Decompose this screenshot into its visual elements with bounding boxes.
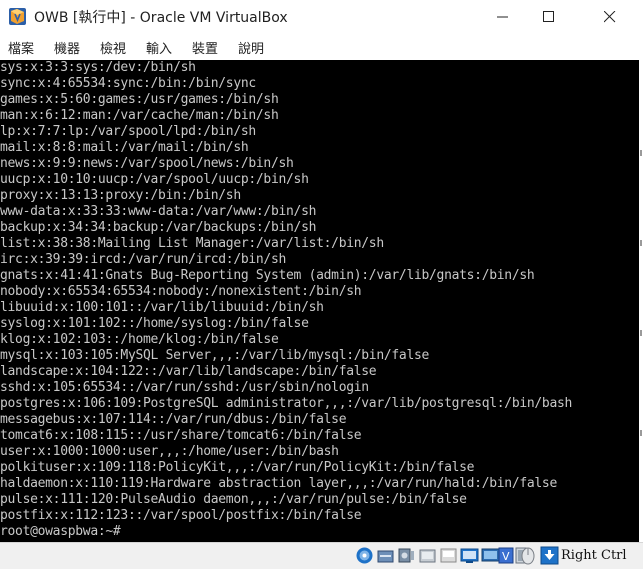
hard-disk-icon[interactable]	[355, 546, 374, 565]
console-line: sys:x:3:3:sys:/dev:/bin/sh	[0, 60, 196, 75]
console-line: list:x:38:38:Mailing List Manager:/var/l…	[0, 236, 384, 251]
menu-input[interactable]: 輸入	[146, 38, 172, 57]
console-line: backup:x:34:34:backup:/var/backups:/bin/…	[0, 220, 317, 235]
mouse-integration-icon[interactable]	[518, 546, 537, 565]
close-icon	[604, 11, 616, 23]
edge-marker	[640, 240, 642, 246]
console-prompt: root@owaspbwa:~#	[0, 524, 121, 539]
edge-marker	[640, 330, 642, 336]
console-line: klog:x:102:103::/home/klog:/bin/false	[0, 332, 279, 347]
console-line: irc:x:39:39:ircd:/var/run/ircd:/bin/sh	[0, 252, 287, 267]
console-line: pulse:x:111:120:PulseAudio daemon,,,:/va…	[0, 492, 467, 507]
console-line: news:x:9:9:news:/var/spool/news:/bin/sh	[0, 156, 294, 171]
vm-console-screen[interactable]: sys:x:3:3:sys:/dev:/bin/sh sync:x:4:6553…	[0, 60, 643, 542]
console-line: messagebus:x:107:114::/var/run/dbus:/bin…	[0, 412, 347, 427]
minimize-button[interactable]	[480, 0, 526, 33]
console-line: user:x:1000:1000:user,,,:/home/user:/bin…	[0, 444, 339, 459]
console-line: man:x:6:12:man:/var/cache/man:/bin/sh	[0, 108, 279, 123]
console-line: haldaemon:x:110:119:Hardware abstraction…	[0, 476, 557, 491]
console-line: postfix:x:112:123::/var/spool/postfix:/b…	[0, 508, 362, 523]
menu-help[interactable]: 說明	[238, 38, 264, 57]
maximize-button[interactable]	[526, 0, 572, 33]
menu-machine[interactable]: 機器	[54, 38, 80, 57]
audio-icon[interactable]	[397, 546, 416, 565]
title-bar[interactable]: OWB [執行中] - Oracle VM VirtualBox	[0, 0, 643, 33]
optical-drive-icon[interactable]	[376, 546, 395, 565]
console-line: mail:x:8:8:mail:/var/mail:/bin/sh	[0, 140, 249, 155]
console-line: games:x:5:60:games:/usr/games:/bin/sh	[0, 92, 279, 107]
console-line: postgres:x:106:109:PostgreSQL administra…	[0, 396, 573, 411]
keyboard-capture-icon[interactable]	[540, 546, 559, 565]
console-line: sync:x:4:65534:sync:/bin:/bin/sync	[0, 76, 256, 91]
console-line: mysql:x:103:105:MySQL Server,,,:/var/lib…	[0, 348, 430, 363]
console-line: sshd:x:105:65534::/var/run/sshd:/usr/sbi…	[0, 380, 369, 395]
menu-view[interactable]: 檢視	[100, 38, 126, 57]
edge-marker	[640, 150, 642, 156]
console-line: tomcat6:x:108:115::/usr/share/tomcat6:/b…	[0, 428, 362, 443]
status-bar: V Right Ctrl	[0, 542, 643, 569]
shared-folders-icon[interactable]	[460, 546, 479, 565]
window-border	[639, 60, 643, 542]
virtualbox-app-icon	[9, 8, 26, 25]
maximize-icon	[543, 11, 554, 22]
network-icon[interactable]	[418, 546, 437, 565]
edge-marker	[640, 430, 642, 436]
console-line: gnats:x:41:41:Gnats Bug-Reporting System…	[0, 268, 535, 283]
console-line: nobody:x:65534:65534:nobody:/nonexistent…	[0, 284, 362, 299]
console-line: libuuid:x:100:101::/var/lib/libuuid:/bin…	[0, 300, 324, 315]
console-line: syslog:x:101:102::/home/syslog:/bin/fals…	[0, 316, 309, 331]
console-line: uucp:x:10:10:uucp:/var/spool/uucp:/bin/s…	[0, 172, 309, 187]
close-button[interactable]	[587, 0, 633, 33]
minimize-icon	[497, 16, 508, 18]
window-title: OWB [執行中] - Oracle VM VirtualBox	[34, 10, 288, 26]
svg-text:V: V	[502, 550, 510, 563]
console-line: lp:x:7:7:lp:/var/spool/lpd:/bin/sh	[0, 124, 256, 139]
console-line: proxy:x:13:13:proxy:/bin:/bin/sh	[0, 188, 241, 203]
menu-file[interactable]: 檔案	[8, 38, 34, 57]
host-key-label: Right Ctrl	[561, 548, 627, 563]
menu-devices[interactable]: 裝置	[192, 38, 218, 57]
console-line: www-data:x:33:33:www-data:/var/www:/bin/…	[0, 204, 317, 219]
console-line: polkituser:x:109:118:PolicyKit,,,:/var/r…	[0, 460, 475, 475]
usb-icon[interactable]	[439, 546, 458, 565]
menu-bar: 檔案 機器 檢視 輸入 裝置 說明	[0, 33, 643, 60]
console-line: landscape:x:104:122::/var/lib/landscape:…	[0, 364, 377, 379]
